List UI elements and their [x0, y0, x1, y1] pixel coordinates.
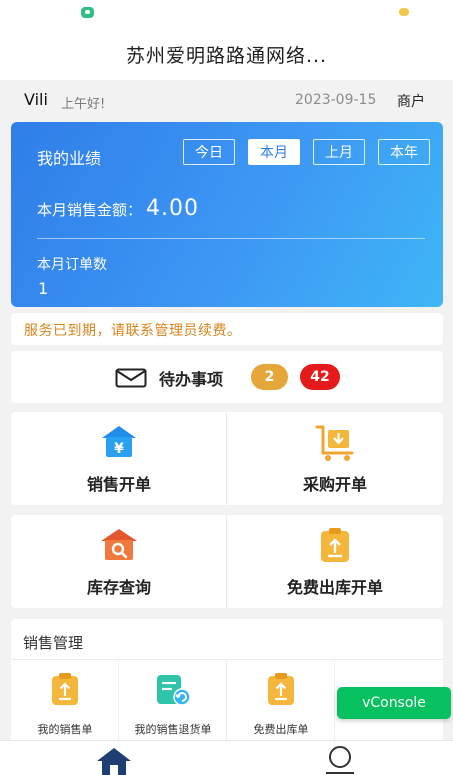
performance-card: 我的业绩 今日 本月 上月 本年 本月销售金额： 4.00 本月订单数 1: [11, 122, 443, 307]
order-count-label: 本月订单数: [37, 257, 107, 273]
sales-management-section: 销售管理 我的销售单 我的销售退货单 免费出库单: [11, 619, 443, 749]
user-name: Vili: [24, 90, 48, 109]
tab-this-year[interactable]: 本年: [378, 139, 430, 165]
page-title: 苏州爱明路路通网络...: [125, 44, 328, 67]
purchase-order-button[interactable]: 采购开单: [227, 412, 443, 505]
profile-icon[interactable]: [322, 745, 358, 775]
todo-label: 待办事项: [159, 370, 224, 389]
todo-bar[interactable]: 待办事项 2 42: [11, 351, 443, 403]
current-date: 2023-09-15: [295, 92, 377, 108]
bottom-tab-bar: [0, 740, 453, 775]
tab-this-month[interactable]: 本月: [248, 139, 300, 165]
envelope-icon: [115, 368, 147, 392]
app-header: 苏州爱明路路通网络...: [0, 28, 453, 80]
sales-amount-row: 本月销售金额： 4.00: [37, 196, 199, 221]
my-sales-orders-label: 我的销售单: [37, 723, 93, 736]
greeting-text: 上午好!: [61, 97, 106, 112]
inventory-query-label: 库存查询: [86, 578, 151, 597]
sales-amount-label: 本月销售金额：: [37, 201, 143, 219]
order-count-value: 1: [38, 279, 49, 298]
free-outbound-icon: [318, 527, 352, 567]
sales-order-label: 销售开单: [86, 475, 151, 494]
sales-amount-value: 4.00: [146, 196, 199, 221]
performance-title: 我的业绩: [37, 149, 102, 168]
expiry-notice-text: 服务已到期，请联系管理员续费。: [24, 323, 242, 339]
sales-order-icon: ¥: [100, 424, 138, 464]
purchase-order-label: 采购开单: [302, 475, 367, 494]
purchase-cart-icon: [314, 424, 356, 466]
my-sales-orders-button[interactable]: 我的销售单: [11, 660, 119, 749]
divider: [37, 238, 425, 239]
user-role[interactable]: 商户: [397, 91, 425, 111]
clipboard-upload-icon: [50, 672, 80, 710]
svg-text:¥: ¥: [114, 441, 124, 457]
message-notification-icon: [81, 7, 94, 18]
home-icon[interactable]: [95, 746, 133, 775]
sales-order-button[interactable]: ¥ 销售开单: [11, 412, 227, 505]
clipboard-return-icon: [155, 672, 191, 710]
free-outbound-orders-button[interactable]: 免费出库单: [227, 660, 335, 749]
inventory-search-icon: [99, 527, 139, 567]
period-tabs: 今日 本月 上月 本年: [183, 139, 430, 165]
my-sales-returns-label: 我的销售退货单: [134, 723, 212, 736]
quick-actions-row-2: 库存查询 免费出库开单: [11, 515, 443, 608]
inventory-query-button[interactable]: 库存查询: [11, 515, 227, 608]
quick-actions-row-1: ¥ 销售开单 采购开单: [11, 412, 443, 505]
clipboard-upload-icon: [266, 672, 296, 710]
expiry-notice: 服务已到期，请联系管理员续费。: [11, 313, 443, 345]
tab-last-month[interactable]: 上月: [313, 139, 365, 165]
greeting-row: Vili 上午好! 2023-09-15 商户: [0, 86, 453, 118]
free-outbound-order-button[interactable]: 免费出库开单: [227, 515, 443, 608]
status-indicator-icon: [399, 8, 409, 16]
status-bar: [0, 0, 453, 28]
todo-count-badge: 2: [251, 364, 288, 390]
tab-today[interactable]: 今日: [183, 139, 235, 165]
free-outbound-order-label: 免费出库开单: [286, 578, 383, 597]
section-title: 销售管理: [23, 634, 84, 652]
todo-alert-badge: 42: [300, 364, 340, 390]
free-outbound-orders-label: 免费出库单: [253, 723, 309, 736]
my-sales-returns-button[interactable]: 我的销售退货单: [119, 660, 227, 749]
vconsole-button[interactable]: vConsole: [337, 687, 451, 719]
